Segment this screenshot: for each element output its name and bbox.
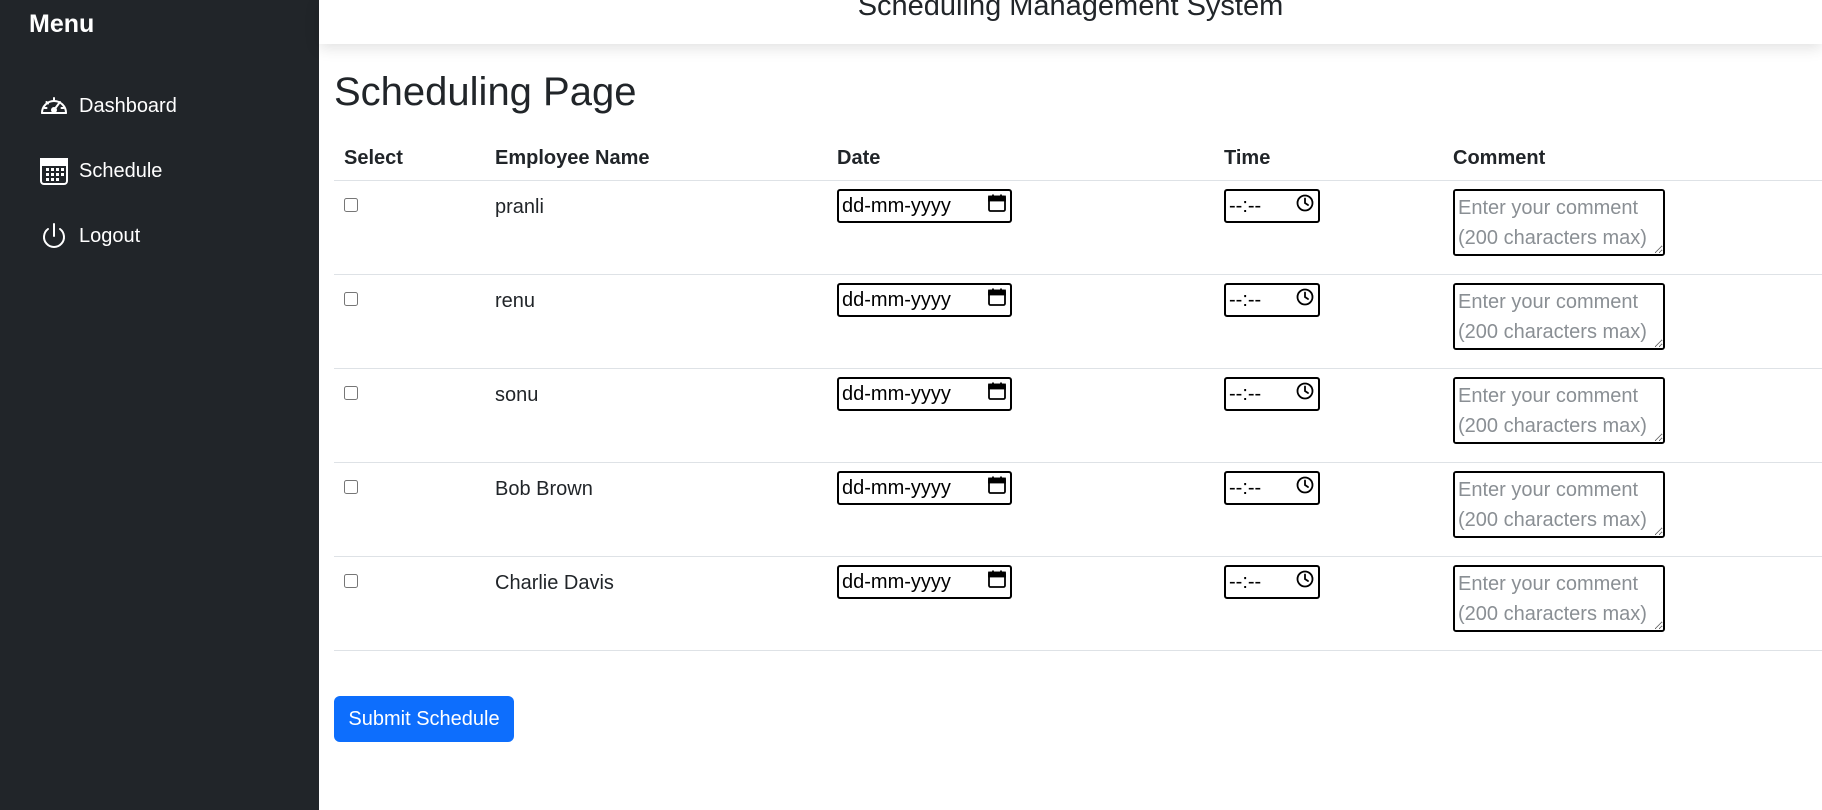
column-header-select: Select [334, 136, 485, 181]
date-placeholder: dd-mm-yyyy [842, 570, 951, 593]
date-input[interactable]: dd-mm-yyyy [837, 283, 1012, 317]
time-cell: --:-- [1214, 180, 1443, 275]
schedule-table: Select Employee Name Date Time Comment p… [334, 136, 1822, 651]
row-select-checkbox[interactable] [344, 574, 358, 588]
clock-icon[interactable] [1295, 287, 1315, 313]
comment-cell [1443, 274, 1822, 369]
date-cell: dd-mm-yyyy [827, 368, 1214, 463]
time-input[interactable]: --:-- [1224, 471, 1320, 505]
table-row: Charlie Davis dd-mm-yyyy --:-- [334, 556, 1822, 651]
calendar-icon[interactable] [987, 287, 1007, 313]
comment-textarea[interactable] [1453, 283, 1665, 350]
top-header: Scheduling Management System [319, 0, 1822, 44]
date-cell: dd-mm-yyyy [827, 556, 1214, 651]
date-cell: dd-mm-yyyy [827, 180, 1214, 275]
select-cell [334, 368, 485, 463]
date-placeholder: dd-mm-yyyy [842, 194, 951, 217]
employee-name: pranli [495, 196, 544, 218]
table-row: sonu dd-mm-yyyy --:-- [334, 368, 1822, 463]
employee-name-cell: sonu [485, 368, 827, 463]
clock-icon[interactable] [1295, 475, 1315, 501]
date-input[interactable]: dd-mm-yyyy [837, 471, 1012, 505]
date-input[interactable]: dd-mm-yyyy [837, 377, 1012, 411]
row-select-checkbox[interactable] [344, 198, 358, 212]
clock-icon[interactable] [1295, 193, 1315, 219]
time-placeholder: --:-- [1229, 570, 1262, 593]
table-row: renu dd-mm-yyyy --:-- [334, 274, 1822, 369]
date-cell: dd-mm-yyyy [827, 462, 1214, 557]
employee-name: sonu [495, 384, 539, 406]
comment-textarea[interactable] [1453, 471, 1665, 538]
time-input[interactable]: --:-- [1224, 283, 1320, 317]
page-title: Scheduling Page [334, 70, 637, 114]
employee-name: Charlie Davis [495, 572, 614, 594]
sidebar: Menu Dashboard Schedule Logout [0, 0, 319, 810]
date-placeholder: dd-mm-yyyy [842, 476, 951, 499]
row-select-checkbox[interactable] [344, 480, 358, 494]
sidebar-item-label: Dashboard [79, 94, 177, 117]
sidebar-item-label: Logout [79, 224, 141, 247]
time-cell: --:-- [1214, 462, 1443, 557]
menu-title: Menu [29, 10, 95, 38]
comment-textarea[interactable] [1453, 189, 1665, 256]
column-header-comment: Comment [1443, 136, 1822, 181]
comment-cell [1443, 180, 1822, 275]
comment-textarea[interactable] [1453, 565, 1665, 632]
select-cell [334, 462, 485, 557]
time-cell: --:-- [1214, 368, 1443, 463]
time-input[interactable]: --:-- [1224, 189, 1320, 223]
employee-name-cell: renu [485, 274, 827, 369]
date-placeholder: dd-mm-yyyy [842, 382, 951, 405]
employee-name-cell: Charlie Davis [485, 556, 827, 651]
sidebar-item-logout[interactable]: Logout [38, 216, 140, 256]
submit-schedule-button[interactable]: Submit Schedule [334, 696, 514, 742]
column-header-time: Time [1214, 136, 1443, 181]
comment-textarea[interactable] [1453, 377, 1665, 444]
select-cell [334, 556, 485, 651]
employee-name-cell: pranli [485, 180, 827, 275]
time-cell: --:-- [1214, 274, 1443, 369]
calendar-icon[interactable] [987, 569, 1007, 595]
date-input[interactable]: dd-mm-yyyy [837, 189, 1012, 223]
row-select-checkbox[interactable] [344, 386, 358, 400]
time-cell: --:-- [1214, 556, 1443, 651]
time-placeholder: --:-- [1229, 382, 1262, 405]
time-input[interactable]: --:-- [1224, 565, 1320, 599]
select-cell [334, 180, 485, 275]
sidebar-item-label: Schedule [79, 159, 163, 182]
table-row: Bob Brown dd-mm-yyyy --:-- [334, 462, 1822, 557]
calendar-icon [38, 155, 70, 187]
table-header-row: Select Employee Name Date Time Comment [334, 136, 1822, 181]
employee-name: Bob Brown [495, 478, 593, 500]
table-row: pranli dd-mm-yyyy --:-- [334, 180, 1822, 275]
time-placeholder: --:-- [1229, 194, 1262, 217]
calendar-icon[interactable] [987, 475, 1007, 501]
time-placeholder: --:-- [1229, 288, 1262, 311]
date-placeholder: dd-mm-yyyy [842, 288, 951, 311]
time-placeholder: --:-- [1229, 476, 1262, 499]
comment-cell [1443, 462, 1822, 557]
column-header-employee-name: Employee Name [485, 136, 827, 181]
sidebar-item-schedule[interactable]: Schedule [38, 151, 162, 191]
time-input[interactable]: --:-- [1224, 377, 1320, 411]
date-cell: dd-mm-yyyy [827, 274, 1214, 369]
power-icon [38, 220, 70, 252]
comment-cell [1443, 556, 1822, 651]
column-header-date: Date [827, 136, 1214, 181]
employee-name: renu [495, 290, 536, 312]
app-title: Scheduling Management System [857, 0, 1284, 22]
speedometer-icon [38, 90, 70, 122]
sidebar-item-dashboard[interactable]: Dashboard [38, 86, 177, 126]
comment-cell [1443, 368, 1822, 463]
row-select-checkbox[interactable] [344, 292, 358, 306]
date-input[interactable]: dd-mm-yyyy [837, 565, 1012, 599]
clock-icon[interactable] [1295, 569, 1315, 595]
calendar-icon[interactable] [987, 193, 1007, 219]
employee-name-cell: Bob Brown [485, 462, 827, 557]
calendar-icon[interactable] [987, 381, 1007, 407]
select-cell [334, 274, 485, 369]
clock-icon[interactable] [1295, 381, 1315, 407]
